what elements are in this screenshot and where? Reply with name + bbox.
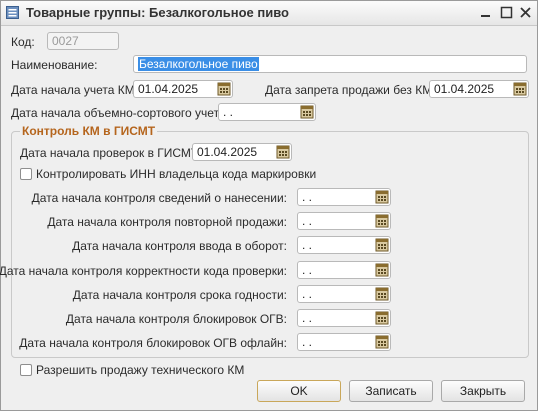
- allow-tech-km-checkbox[interactable]: [20, 364, 32, 376]
- ban-date-label: Дата запрета продажи без КМ:: [265, 83, 436, 97]
- name-field-text: Безалкогольное пиво: [138, 57, 259, 71]
- calendar-icon[interactable]: [375, 263, 389, 277]
- calendar-icon[interactable]: [375, 214, 389, 228]
- maximize-icon: [500, 6, 513, 19]
- gismt-row-label: Дата начала контроля сведений о нанесени…: [31, 191, 287, 205]
- allow-tech-km-label: Разрешить продажу технического КМ: [36, 363, 245, 377]
- close-icon: [520, 7, 531, 18]
- close-button[interactable]: Закрыть: [441, 380, 525, 402]
- inn-control-checkbox[interactable]: [20, 168, 32, 180]
- gismt-start-label: Дата начала проверок в ГИСМТ:: [20, 146, 202, 160]
- gismt-row-label: Дата начала контроля повторной продажи:: [47, 215, 287, 229]
- calendar-icon[interactable]: [375, 238, 389, 252]
- km-start-label: Дата начала учета КМ:: [11, 83, 139, 97]
- close-window-button[interactable]: [517, 4, 534, 21]
- calendar-icon[interactable]: [375, 190, 389, 204]
- code-field[interactable]: 0027: [47, 32, 119, 50]
- gismt-group-title: Контроль КМ в ГИСМТ: [20, 124, 158, 138]
- save-button[interactable]: Записать: [349, 380, 433, 402]
- calendar-icon[interactable]: [276, 145, 290, 159]
- ok-button[interactable]: OK: [257, 380, 341, 402]
- calendar-icon[interactable]: [217, 82, 231, 96]
- gismt-row-label: Дата начала контроля блокировок ОГВ офла…: [19, 336, 287, 350]
- calendar-icon[interactable]: [375, 287, 389, 301]
- catalog-icon: [6, 6, 19, 19]
- dialog-window: Товарные группы: Безалкогольное пиво Код…: [0, 0, 538, 411]
- gismt-row-label: Дата начала контроля срока годности:: [72, 288, 287, 302]
- calendar-icon[interactable]: [513, 82, 527, 96]
- gismt-row-label: Дата начала контроля корректности кода п…: [0, 264, 287, 278]
- code-label: Код:: [11, 35, 35, 49]
- name-field[interactable]: Безалкогольное пиво: [133, 55, 527, 73]
- name-label: Наименование:: [11, 58, 98, 72]
- volume-start-label: Дата начала объемно-сортового учета:: [11, 106, 229, 120]
- gismt-row-label: Дата начала контроля ввода в оборот:: [72, 239, 287, 253]
- gismt-row-label: Дата начала контроля блокировок ОГВ:: [65, 312, 287, 326]
- calendar-icon[interactable]: [300, 105, 314, 119]
- maximize-button[interactable]: [498, 4, 515, 21]
- minimize-icon: [481, 15, 490, 17]
- inn-control-label: Контролировать ИНН владельца кода маркир…: [36, 167, 317, 181]
- window-title: Товарные группы: Безалкогольное пиво: [26, 5, 289, 20]
- calendar-icon[interactable]: [375, 311, 389, 325]
- minimize-button[interactable]: [477, 4, 494, 21]
- calendar-icon[interactable]: [375, 335, 389, 349]
- title-bar: Товарные группы: Безалкогольное пиво: [1, 1, 537, 26]
